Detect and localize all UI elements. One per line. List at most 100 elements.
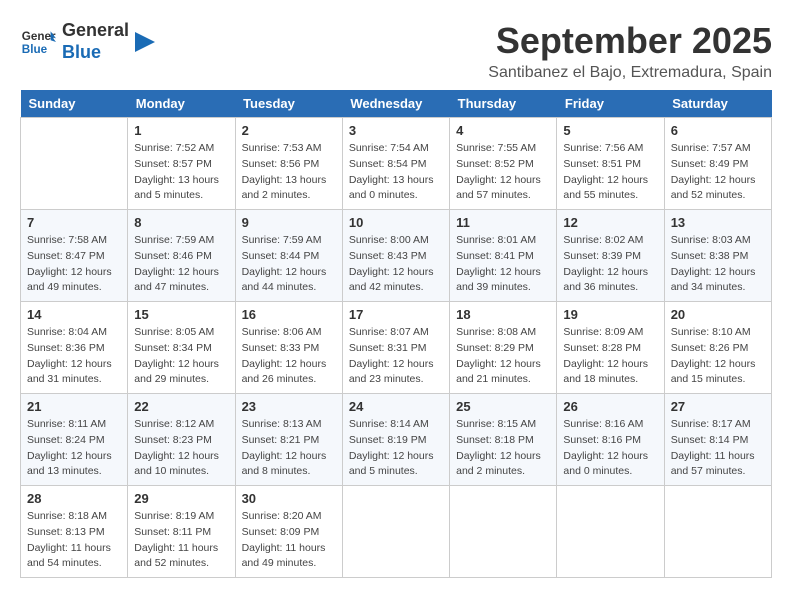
day-number: 11	[456, 215, 550, 230]
calendar-cell: 15 Sunrise: 8:05 AM Sunset: 8:34 PM Dayl…	[128, 302, 235, 394]
day-info: Sunrise: 7:53 AM Sunset: 8:56 PM Dayligh…	[242, 141, 336, 204]
day-number: 4	[456, 123, 550, 138]
calendar-cell: 5 Sunrise: 7:56 AM Sunset: 8:51 PM Dayli…	[557, 118, 664, 210]
day-number: 14	[27, 307, 121, 322]
calendar-cell: 14 Sunrise: 8:04 AM Sunset: 8:36 PM Dayl…	[21, 302, 128, 394]
calendar-cell: 21 Sunrise: 8:11 AM Sunset: 8:24 PM Dayl…	[21, 394, 128, 486]
calendar-cell: 29 Sunrise: 8:19 AM Sunset: 8:11 PM Dayl…	[128, 486, 235, 578]
day-number: 10	[349, 215, 443, 230]
logo-icon: General Blue	[20, 24, 56, 60]
calendar-cell: 10 Sunrise: 8:00 AM Sunset: 8:43 PM Dayl…	[342, 210, 449, 302]
day-info: Sunrise: 8:02 AM Sunset: 8:39 PM Dayligh…	[563, 233, 657, 296]
day-info: Sunrise: 7:59 AM Sunset: 8:46 PM Dayligh…	[134, 233, 228, 296]
day-number: 13	[671, 215, 765, 230]
day-info: Sunrise: 8:09 AM Sunset: 8:28 PM Dayligh…	[563, 325, 657, 388]
calendar-cell: 30 Sunrise: 8:20 AM Sunset: 8:09 PM Dayl…	[235, 486, 342, 578]
calendar-cell: 6 Sunrise: 7:57 AM Sunset: 8:49 PM Dayli…	[664, 118, 771, 210]
calendar-week-2: 7 Sunrise: 7:58 AM Sunset: 8:47 PM Dayli…	[21, 210, 772, 302]
day-number: 21	[27, 399, 121, 414]
day-info: Sunrise: 8:17 AM Sunset: 8:14 PM Dayligh…	[671, 417, 765, 480]
calendar-cell	[450, 486, 557, 578]
weekday-header-sunday: Sunday	[21, 90, 128, 118]
logo-general: General	[62, 20, 129, 42]
day-number: 16	[242, 307, 336, 322]
day-info: Sunrise: 8:18 AM Sunset: 8:13 PM Dayligh…	[27, 509, 121, 572]
day-number: 23	[242, 399, 336, 414]
calendar-cell: 7 Sunrise: 7:58 AM Sunset: 8:47 PM Dayli…	[21, 210, 128, 302]
calendar-cell: 20 Sunrise: 8:10 AM Sunset: 8:26 PM Dayl…	[664, 302, 771, 394]
calendar-cell: 1 Sunrise: 7:52 AM Sunset: 8:57 PM Dayli…	[128, 118, 235, 210]
calendar-cell: 28 Sunrise: 8:18 AM Sunset: 8:13 PM Dayl…	[21, 486, 128, 578]
weekday-header-tuesday: Tuesday	[235, 90, 342, 118]
calendar-cell: 4 Sunrise: 7:55 AM Sunset: 8:52 PM Dayli…	[450, 118, 557, 210]
calendar-cell: 19 Sunrise: 8:09 AM Sunset: 8:28 PM Dayl…	[557, 302, 664, 394]
weekday-header-thursday: Thursday	[450, 90, 557, 118]
calendar-cell: 8 Sunrise: 7:59 AM Sunset: 8:46 PM Dayli…	[128, 210, 235, 302]
calendar-week-3: 14 Sunrise: 8:04 AM Sunset: 8:36 PM Dayl…	[21, 302, 772, 394]
day-info: Sunrise: 8:04 AM Sunset: 8:36 PM Dayligh…	[27, 325, 121, 388]
day-info: Sunrise: 8:01 AM Sunset: 8:41 PM Dayligh…	[456, 233, 550, 296]
calendar-cell: 16 Sunrise: 8:06 AM Sunset: 8:33 PM Dayl…	[235, 302, 342, 394]
day-number: 2	[242, 123, 336, 138]
day-info: Sunrise: 7:58 AM Sunset: 8:47 PM Dayligh…	[27, 233, 121, 296]
day-info: Sunrise: 8:00 AM Sunset: 8:43 PM Dayligh…	[349, 233, 443, 296]
calendar-week-1: 1 Sunrise: 7:52 AM Sunset: 8:57 PM Dayli…	[21, 118, 772, 210]
day-number: 15	[134, 307, 228, 322]
day-info: Sunrise: 8:10 AM Sunset: 8:26 PM Dayligh…	[671, 325, 765, 388]
day-info: Sunrise: 7:56 AM Sunset: 8:51 PM Dayligh…	[563, 141, 657, 204]
day-number: 24	[349, 399, 443, 414]
calendar-cell: 27 Sunrise: 8:17 AM Sunset: 8:14 PM Dayl…	[664, 394, 771, 486]
calendar-week-4: 21 Sunrise: 8:11 AM Sunset: 8:24 PM Dayl…	[21, 394, 772, 486]
day-info: Sunrise: 8:06 AM Sunset: 8:33 PM Dayligh…	[242, 325, 336, 388]
day-number: 25	[456, 399, 550, 414]
day-info: Sunrise: 7:54 AM Sunset: 8:54 PM Dayligh…	[349, 141, 443, 204]
calendar-cell: 24 Sunrise: 8:14 AM Sunset: 8:19 PM Dayl…	[342, 394, 449, 486]
day-number: 27	[671, 399, 765, 414]
page-header: General Blue General Blue September 2025…	[20, 20, 772, 82]
day-info: Sunrise: 8:03 AM Sunset: 8:38 PM Dayligh…	[671, 233, 765, 296]
day-info: Sunrise: 7:57 AM Sunset: 8:49 PM Dayligh…	[671, 141, 765, 204]
day-number: 19	[563, 307, 657, 322]
calendar-cell: 26 Sunrise: 8:16 AM Sunset: 8:16 PM Dayl…	[557, 394, 664, 486]
weekday-header-wednesday: Wednesday	[342, 90, 449, 118]
day-info: Sunrise: 7:52 AM Sunset: 8:57 PM Dayligh…	[134, 141, 228, 204]
day-info: Sunrise: 7:55 AM Sunset: 8:52 PM Dayligh…	[456, 141, 550, 204]
calendar-cell: 12 Sunrise: 8:02 AM Sunset: 8:39 PM Dayl…	[557, 210, 664, 302]
day-info: Sunrise: 8:07 AM Sunset: 8:31 PM Dayligh…	[349, 325, 443, 388]
calendar-cell	[664, 486, 771, 578]
day-number: 5	[563, 123, 657, 138]
day-number: 8	[134, 215, 228, 230]
calendar-header-row: SundayMondayTuesdayWednesdayThursdayFrid…	[21, 90, 772, 118]
day-number: 26	[563, 399, 657, 414]
calendar-cell	[342, 486, 449, 578]
location: Santibanez el Bajo, Extremadura, Spain	[488, 64, 772, 82]
day-info: Sunrise: 8:13 AM Sunset: 8:21 PM Dayligh…	[242, 417, 336, 480]
calendar-table: SundayMondayTuesdayWednesdayThursdayFrid…	[20, 90, 772, 578]
day-number: 30	[242, 491, 336, 506]
calendar-cell: 23 Sunrise: 8:13 AM Sunset: 8:21 PM Dayl…	[235, 394, 342, 486]
day-number: 1	[134, 123, 228, 138]
calendar-cell: 9 Sunrise: 7:59 AM Sunset: 8:44 PM Dayli…	[235, 210, 342, 302]
day-number: 28	[27, 491, 121, 506]
day-info: Sunrise: 8:05 AM Sunset: 8:34 PM Dayligh…	[134, 325, 228, 388]
day-number: 18	[456, 307, 550, 322]
day-info: Sunrise: 8:08 AM Sunset: 8:29 PM Dayligh…	[456, 325, 550, 388]
svg-text:Blue: Blue	[22, 42, 48, 55]
calendar-cell: 11 Sunrise: 8:01 AM Sunset: 8:41 PM Dayl…	[450, 210, 557, 302]
calendar-cell: 2 Sunrise: 7:53 AM Sunset: 8:56 PM Dayli…	[235, 118, 342, 210]
calendar-cell: 17 Sunrise: 8:07 AM Sunset: 8:31 PM Dayl…	[342, 302, 449, 394]
day-number: 20	[671, 307, 765, 322]
calendar-cell: 22 Sunrise: 8:12 AM Sunset: 8:23 PM Dayl…	[128, 394, 235, 486]
day-number: 3	[349, 123, 443, 138]
day-info: Sunrise: 8:19 AM Sunset: 8:11 PM Dayligh…	[134, 509, 228, 572]
day-info: Sunrise: 8:14 AM Sunset: 8:19 PM Dayligh…	[349, 417, 443, 480]
title-block: September 2025 Santibanez el Bajo, Extre…	[488, 20, 772, 82]
day-number: 29	[134, 491, 228, 506]
day-number: 22	[134, 399, 228, 414]
month-title: September 2025	[488, 20, 772, 62]
logo-arrow-icon	[135, 27, 155, 57]
weekday-header-saturday: Saturday	[664, 90, 771, 118]
logo: General Blue General Blue	[20, 20, 155, 63]
day-number: 6	[671, 123, 765, 138]
day-info: Sunrise: 8:12 AM Sunset: 8:23 PM Dayligh…	[134, 417, 228, 480]
